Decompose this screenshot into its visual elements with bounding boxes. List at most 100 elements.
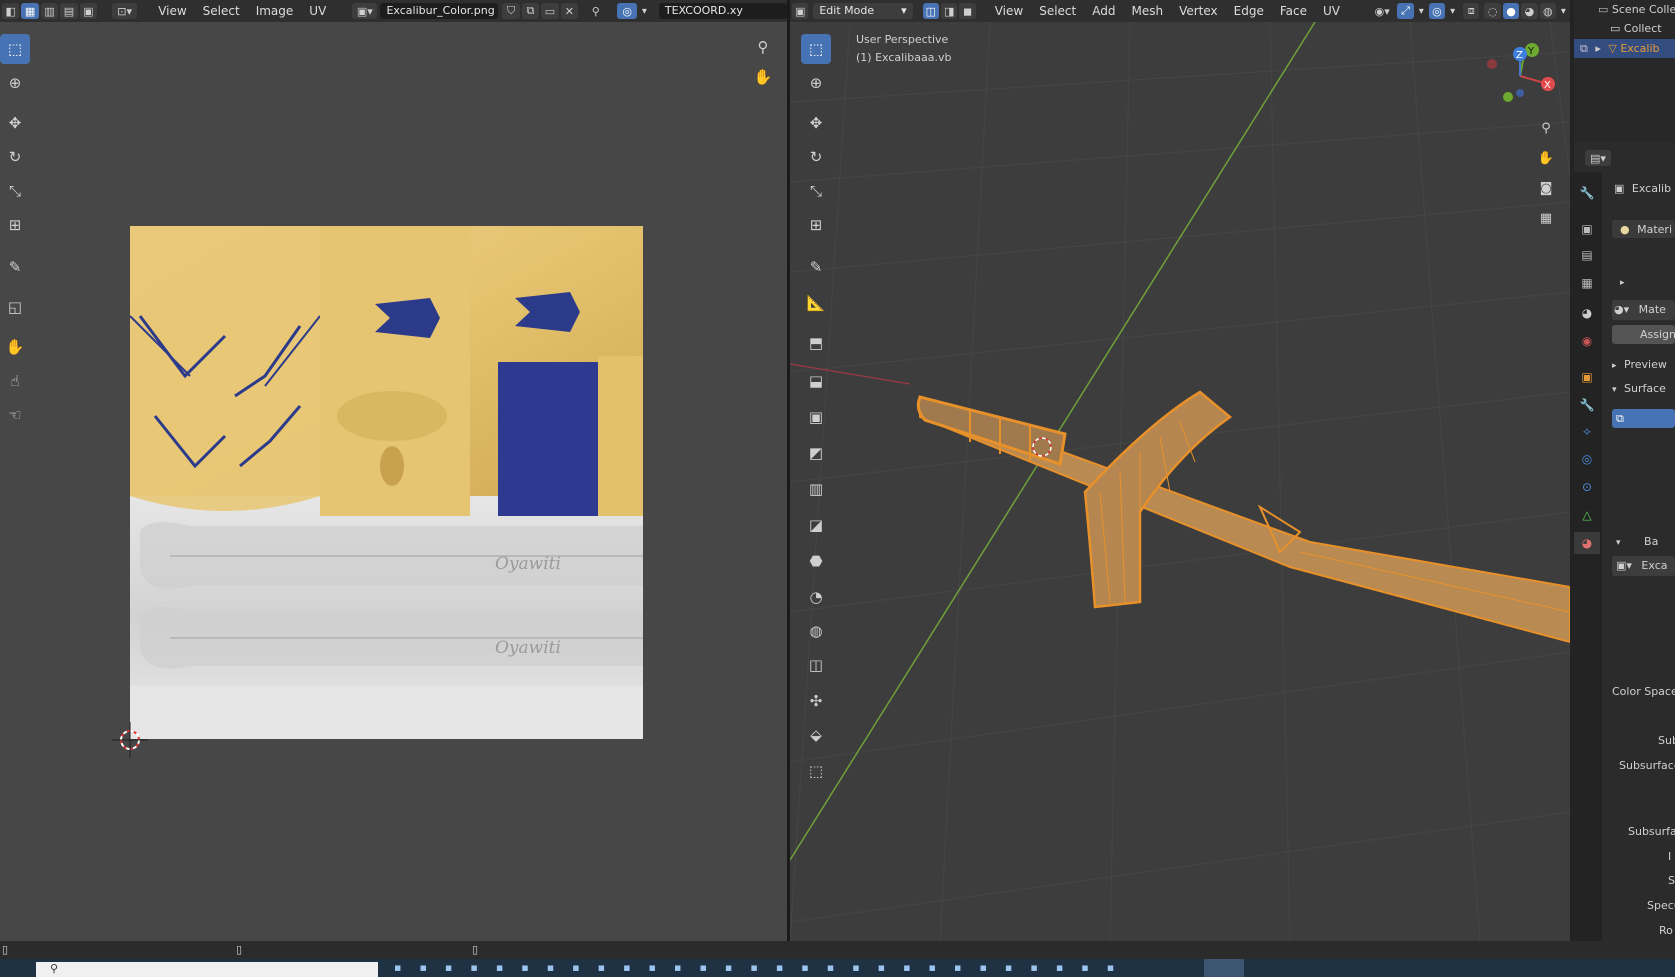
unlink-image-icon[interactable]: ✕ [560,3,579,19]
visibility-icon[interactable]: ◉▾ [1374,3,1390,19]
uv-map-field[interactable]: TEXCOORD.xy [658,3,787,19]
overlay-toggle-icon[interactable]: ◎ [1428,3,1446,19]
uv-pan-icon[interactable]: ✋ [748,62,778,92]
vp-transform-tool[interactable]: ⊞ [801,210,831,240]
vp-measure-tool[interactable]: 📐 [801,288,831,318]
properties-editor-type-icon[interactable]: ▤▾ [1585,150,1611,166]
vp-ortho-grid-icon[interactable]: ▦ [1531,203,1561,233]
face-select-icon[interactable]: ◼ [959,3,976,19]
vp-inset-tool[interactable]: ▣ [801,402,831,432]
surface-panel-header[interactable]: ▾ Surface [1612,382,1666,395]
taskbar-app-icons[interactable]: ▪▪▪▪▪▪▪▪▪▪▪▪▪▪▪▪▪▪▪▪▪▪▪▪▪▪▪▪▪ [394,961,1132,974]
uv-2d-cursor-icon[interactable] [112,722,148,758]
uv-move-tool[interactable]: ✥ [0,108,30,138]
vp-cursor-tool[interactable]: ⊕ [801,68,831,98]
vp-menu-vertex[interactable]: Vertex [1171,4,1226,18]
world-tab-icon[interactable]: ◉ [1574,330,1600,352]
uv-overlay-icon[interactable]: ◎ [617,3,637,19]
shading-dropdown-icon[interactable]: ▾ [1561,6,1566,17]
view-layer-tab-icon[interactable]: ▦ [1574,272,1600,294]
object-tab-icon[interactable]: ▣ [1574,366,1600,388]
physics-tab-icon[interactable]: ◎ [1574,448,1600,470]
editor-type-icon[interactable]: ◧ [2,3,20,19]
particles-tab-icon[interactable]: ⟡ [1574,420,1600,442]
uv-rip-tool[interactable]: ◱ [0,292,30,322]
vp-menu-mesh[interactable]: Mesh [1123,4,1171,18]
base-color-header[interactable]: ▾ Ba [1616,535,1658,548]
outliner-scene-collection[interactable]: ▭ Scene Colle [1598,3,1675,16]
vp-shear-tool[interactable]: ⬙ [801,720,831,750]
image-name-field[interactable]: Excalibur_Color.png [380,3,499,19]
scene-tab-icon[interactable]: ◕ [1574,302,1600,324]
render-tab-icon[interactable]: ▣ [1574,218,1600,240]
mode-dropdown[interactable]: Edit Mode ▾ [813,3,913,19]
constraints-tab-icon[interactable]: ⊙ [1574,476,1600,498]
modifier-tab-icon[interactable]: 🔧 [1574,394,1600,416]
vp-menu-view[interactable]: View [987,4,1031,18]
uv-texture-image[interactable]: Oyawiti Oyawiti [130,226,643,739]
outliner-collection[interactable]: ▭ Collect [1610,22,1662,35]
uv-pinch-tool[interactable]: ☜ [0,400,30,430]
vp-menu-edge[interactable]: Edge [1226,4,1272,18]
uv-zoom-icon[interactable]: ⚲ [748,32,778,62]
wireframe-shading-icon[interactable]: ◌ [1484,3,1501,19]
viewport-3d-area[interactable] [790,22,1570,941]
vertex-select-icon[interactable]: ◫ [922,3,939,19]
vp-move-tool[interactable]: ✥ [801,108,831,138]
material-shading-icon[interactable]: ◕ [1521,3,1538,19]
vp-loop-cut-tool[interactable]: ▥ [801,474,831,504]
uv-menu-image[interactable]: Image [248,4,302,18]
vp-select-box-tool[interactable]: ⬚ [801,34,831,64]
preview-panel-header[interactable]: ▸ Preview [1612,358,1667,371]
uv-transform-tool[interactable]: ⊞ [0,210,30,240]
uv-select-box-tool[interactable]: ⬚ [0,34,30,64]
pin-icon[interactable]: ⚲ [587,3,604,19]
vp-scale-tool[interactable]: ⤡ [801,176,831,206]
vp-edge-slide-tool[interactable]: ◫ [801,650,831,680]
uv-menu-select[interactable]: Select [195,4,248,18]
uv-grab-tool[interactable]: ✋ [0,332,30,362]
overlay-dropdown-icon[interactable]: ▾ [642,6,647,17]
uv-scale-tool[interactable]: ⤡ [0,176,30,206]
vp-menu-select[interactable]: Select [1031,4,1084,18]
select-mode-new-icon[interactable]: ▦ [21,3,39,19]
vp-spin-tool[interactable]: ◔ [801,582,831,612]
vp-rip-tool[interactable]: ⬚ [801,756,831,786]
vp-add-cube-tool[interactable]: ⬒ [801,328,831,358]
material-slot-expand-icon[interactable]: ▸ [1620,278,1625,288]
pivot-icon[interactable]: ⊡▾ [112,3,138,19]
uv-annotate-tool[interactable]: ✎ [0,252,30,282]
uv-relax-tool[interactable]: ☝ [0,366,30,396]
vp-annotate-tool[interactable]: ✎ [801,252,831,282]
vp-smooth-tool[interactable]: ◍ [801,616,831,646]
vp-pan-icon[interactable]: ✋ [1531,143,1561,173]
select-mode-invert-icon[interactable]: ▣ [79,3,98,19]
taskbar-active-app[interactable] [1204,959,1244,977]
vp-shrink-tool[interactable]: ✣ [801,686,831,716]
navigation-gizmo[interactable]: X Y Z [1478,38,1558,110]
uv-menu-view[interactable]: View [150,4,194,18]
image-browse-icon[interactable]: ▣▾ [352,3,378,19]
vp-zoom-icon[interactable]: ⚲ [1531,113,1561,143]
rendered-shading-icon[interactable]: ◍ [1539,3,1556,19]
overlay-toggle-dropdown-icon[interactable]: ▾ [1450,6,1455,17]
taskbar-search-box[interactable] [36,962,378,977]
solid-shading-icon[interactable]: ● [1502,3,1520,19]
output-tab-icon[interactable]: ▤ [1574,244,1600,266]
vp-knife-tool[interactable]: ◪ [801,510,831,540]
select-mode-subtract-icon[interactable]: ▤ [60,3,78,19]
vp-camera-icon[interactable]: ◙ [1531,173,1561,203]
gizmo-toggle-icon[interactable]: ⤢ [1397,3,1414,19]
vp-rotate-tool[interactable]: ↻ [801,142,831,172]
viewport-editor-type-icon[interactable]: ▣ [792,3,809,19]
xray-icon[interactable]: ⧈ [1463,3,1480,19]
open-image-icon[interactable]: ▭ [541,3,559,19]
vp-menu-face[interactable]: Face [1272,4,1315,18]
tool-tab-icon[interactable]: 🔧 [1574,182,1600,204]
data-tab-icon[interactable]: △ [1574,504,1600,526]
fake-user-icon[interactable]: ⛉ [502,3,520,19]
vp-poly-build-tool[interactable]: ⬣ [801,546,831,576]
edge-select-icon[interactable]: ◨ [941,3,958,19]
outliner-object[interactable]: ⧉ ▸ ▽ Excalib [1580,42,1660,56]
vp-menu-add[interactable]: Add [1084,4,1123,18]
